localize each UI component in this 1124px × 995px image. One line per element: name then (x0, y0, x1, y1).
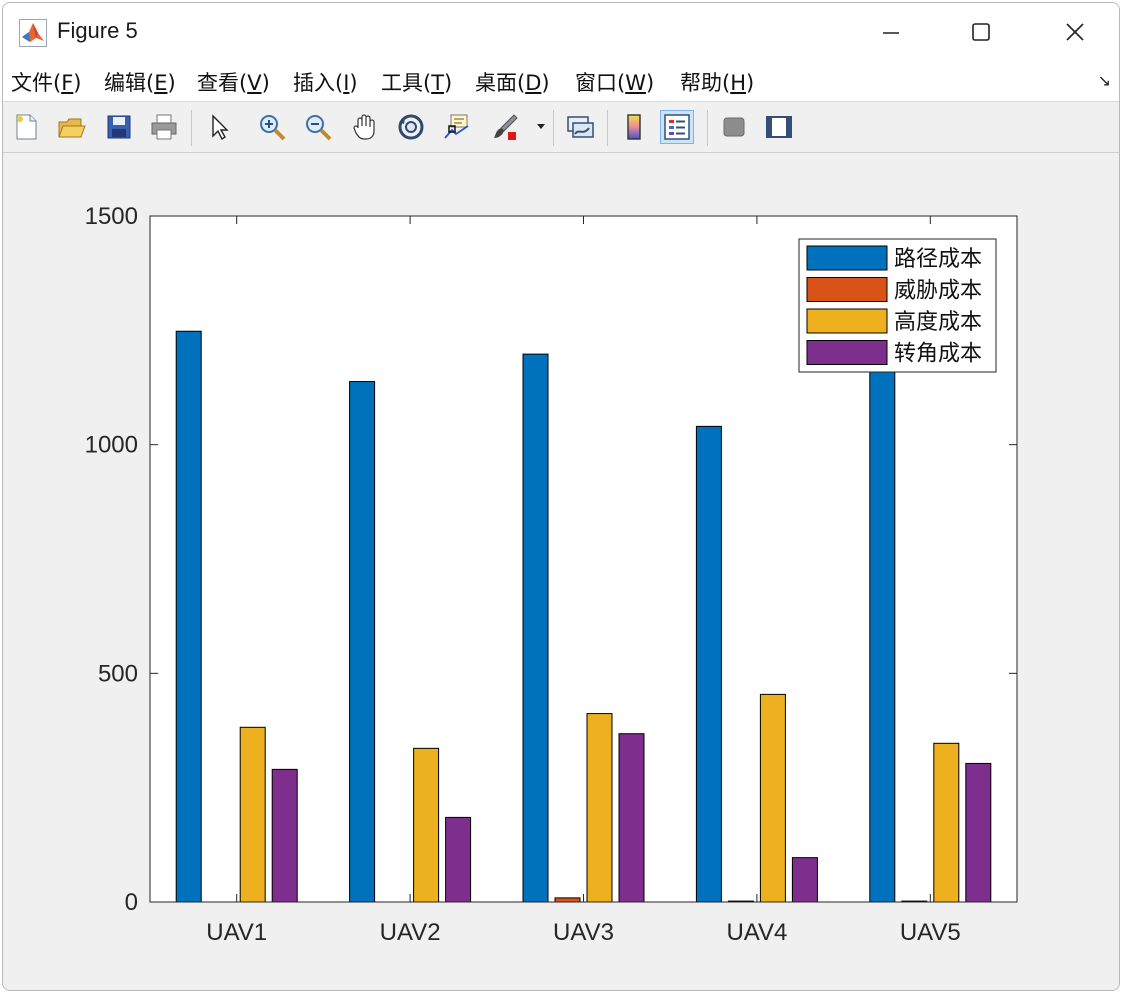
legend-label: 转角成本 (894, 341, 982, 366)
legend-label: 路径成本 (894, 246, 982, 271)
menu-item-f[interactable]: 文件(F) (11, 67, 82, 97)
toolbar-separator (607, 110, 608, 146)
menu-item-e[interactable]: 编辑(E) (104, 67, 176, 97)
minimize-icon (883, 32, 899, 34)
zoom-in-icon (260, 115, 286, 141)
bar (522, 353, 549, 903)
legend-label: 高度成本 (894, 309, 982, 334)
close-icon (1066, 23, 1084, 41)
show-plot-tools-icon (766, 116, 792, 138)
data-cursor-icon (444, 114, 469, 139)
toolbar-separator (191, 110, 192, 146)
open-file-button[interactable] (54, 110, 88, 144)
zoom-out-icon (306, 115, 332, 141)
menu-bar: 文件(F) 编辑(E) 查看(V) 插入(I) 工具(T) 桌面(D) 窗口(W) 帮助(H)… (3, 61, 1119, 102)
pointer-icon (212, 114, 229, 141)
bar (695, 425, 722, 903)
pan-button[interactable] (348, 110, 382, 144)
data-cursor-button[interactable] (440, 110, 474, 144)
dock-arrow-icon[interactable]: ↘ (1098, 71, 1111, 90)
y-tick-label: 1000 (85, 432, 138, 459)
y-tick-label: 500 (98, 660, 138, 687)
figure-window: Figure 5 文件(F) 编辑(E) 查看(V) 插入(I) 工具(T) 桌面(D) 窗… (2, 2, 1120, 991)
menu-item-w[interactable]: 窗口(W) (575, 67, 654, 97)
bar (965, 762, 992, 903)
bar-chart: UAV1 UAV2 UAV3 UAV4 UAV5 0 500 1000 1500 路径成本威胁成本… (85, 203, 1018, 946)
link-plot-icon (567, 116, 594, 138)
show-plot-tools-button[interactable] (762, 110, 796, 144)
menu-item-v[interactable]: 查看(V) (197, 67, 270, 97)
bar (791, 857, 818, 903)
bar (413, 747, 440, 903)
legend-label: 威胁成本 (894, 278, 982, 303)
open-file-icon (58, 118, 86, 138)
rotate-3d-button[interactable] (394, 110, 428, 144)
y-tick-label: 0 (125, 889, 138, 916)
legend-swatch (806, 277, 888, 302)
x-tick-label: UAV3 (553, 919, 614, 946)
zoom-out-button[interactable] (301, 110, 335, 144)
window-title: Figure 5 (57, 18, 138, 43)
brush-icon (494, 114, 518, 140)
print-icon (151, 114, 177, 140)
figure-area: UAV1 UAV2 UAV3 UAV4 UAV5 0 500 1000 1500 路径成本威胁成本… (3, 153, 1119, 990)
menu-item-d[interactable]: 桌面(D) (475, 67, 550, 97)
save-icon (107, 115, 131, 139)
toolbar-separator (553, 110, 554, 146)
print-button[interactable] (147, 110, 181, 144)
new-figure-button[interactable] (9, 110, 43, 144)
bar (271, 768, 298, 903)
legend-swatch (806, 308, 888, 334)
x-tick-label: UAV1 (206, 919, 267, 946)
matlab-logo-icon (19, 19, 47, 47)
bar (175, 330, 202, 903)
hide-plot-tools-icon (723, 117, 745, 137)
bar (445, 816, 472, 903)
new-figure-icon (16, 114, 37, 140)
maximize-button[interactable] (958, 11, 1004, 53)
chevron-down-icon[interactable] (536, 123, 546, 131)
toolbar-separator (707, 110, 708, 146)
minimize-button[interactable] (868, 11, 914, 53)
x-tick-label: UAV2 (380, 919, 441, 946)
zoom-in-button[interactable] (255, 110, 289, 144)
legend-swatch (806, 245, 888, 271)
pan-icon (353, 114, 375, 140)
maximize-icon (972, 23, 990, 41)
legend-swatch (806, 340, 888, 365)
bar (586, 713, 613, 903)
insert-legend-button[interactable] (660, 110, 694, 144)
bar (869, 352, 896, 903)
x-tick-label: UAV4 (726, 919, 787, 946)
toolbar (3, 102, 1119, 153)
rotate-3d-icon (398, 114, 424, 140)
bar (554, 897, 581, 903)
hide-plot-tools-button[interactable] (717, 110, 751, 144)
menu-item-i[interactable]: 插入(I) (293, 67, 358, 97)
bar (349, 381, 376, 903)
title-bar[interactable]: Figure 5 (3, 3, 1119, 61)
bar (618, 733, 645, 903)
bar (759, 693, 786, 903)
save-button[interactable] (102, 110, 136, 144)
brush-button[interactable] (488, 110, 522, 144)
close-button[interactable] (1052, 11, 1098, 53)
bar (239, 726, 266, 903)
link-plot-button[interactable] (563, 110, 597, 144)
x-tick-label: UAV5 (900, 919, 961, 946)
y-tick-label: 1500 (85, 203, 138, 230)
menu-item-t[interactable]: 工具(T) (381, 67, 452, 97)
colorbar-icon (627, 114, 641, 140)
legend-icon (664, 114, 690, 140)
insert-colorbar-button[interactable] (617, 110, 651, 144)
pointer-button[interactable] (202, 110, 236, 144)
menu-item-h[interactable]: 帮助(H) (680, 67, 754, 97)
bar (933, 742, 960, 903)
